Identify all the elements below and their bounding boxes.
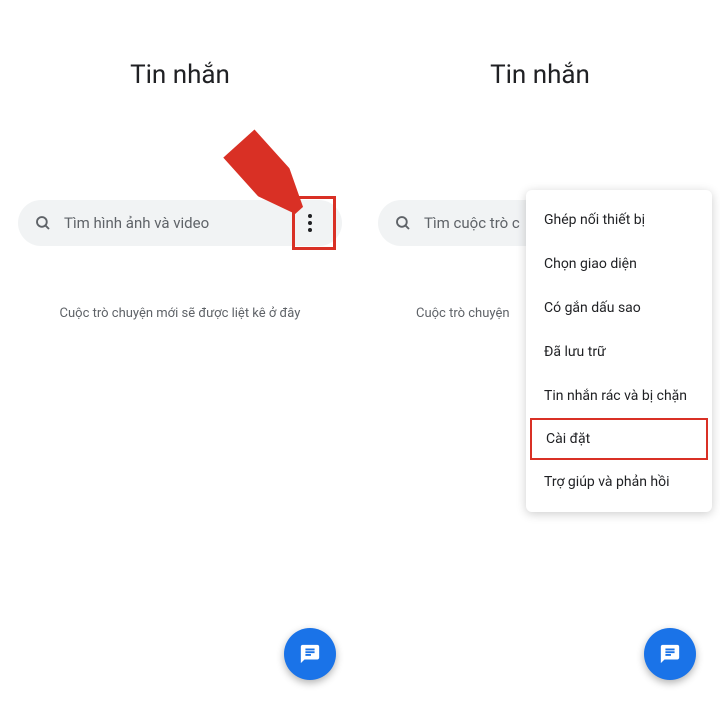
search-icon	[34, 214, 52, 232]
search-icon	[394, 214, 412, 232]
empty-state-text: Cuộc trò chuyện mới sẽ được liệt kê ở đâ…	[0, 306, 360, 321]
chat-icon	[659, 643, 681, 665]
right-screenshot: Tin nhắn Tìm cuộc trò c Cuộc trò chuyện …	[360, 0, 720, 720]
menu-item-starred[interactable]: Có gắn dấu sao	[526, 286, 712, 330]
menu-item-spam-blocked[interactable]: Tin nhắn rác và bị chặn	[526, 374, 712, 418]
overflow-menu: Ghép nối thiết bị Chọn giao diện Có gắn …	[526, 190, 712, 512]
chat-icon	[299, 643, 321, 665]
page-title: Tin nhắn	[360, 60, 720, 90]
menu-item-choose-theme[interactable]: Chọn giao diện	[526, 242, 712, 286]
compose-fab[interactable]	[644, 628, 696, 680]
menu-item-archived[interactable]: Đã lưu trữ	[526, 330, 712, 374]
search-placeholder: Tìm hình ảnh và video	[64, 214, 290, 232]
menu-item-settings[interactable]: Cài đặt	[530, 418, 708, 460]
page-title: Tin nhắn	[0, 60, 360, 90]
menu-item-pair-device[interactable]: Ghép nối thiết bị	[526, 198, 712, 242]
more-vert-icon	[308, 214, 312, 232]
overflow-menu-button[interactable]	[294, 207, 326, 239]
menu-item-help-feedback[interactable]: Trợ giúp và phản hồi	[526, 460, 712, 504]
compose-fab[interactable]	[284, 628, 336, 680]
left-screenshot: Tin nhắn Tìm hình ảnh và video Cuộc trò …	[0, 0, 360, 720]
